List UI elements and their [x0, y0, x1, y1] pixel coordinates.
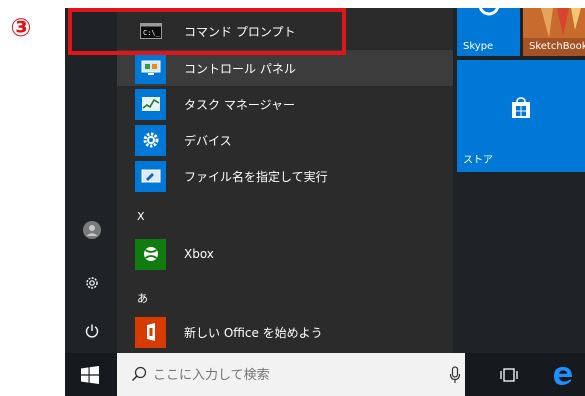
task-view-icon — [500, 368, 518, 382]
edge-icon — [554, 367, 572, 385]
app-item-xbox[interactable]: Xbox — [117, 236, 453, 272]
windows-start-icon — [81, 366, 99, 384]
step-marker: ③ — [10, 13, 32, 42]
app-item-run[interactable]: ファイル名を指定して実行 — [117, 158, 453, 194]
tile-area: Skype SketchBook ストア — [453, 8, 585, 353]
tile-skype[interactable]: Skype — [457, 8, 520, 56]
task-view-button[interactable] — [499, 366, 519, 384]
tile-label: Skype — [463, 41, 494, 52]
section-header-a[interactable]: あ — [137, 290, 148, 306]
search-icon — [131, 366, 147, 382]
user-avatar-button[interactable] — [77, 215, 107, 245]
app-label: Xbox — [184, 247, 214, 261]
xbox-icon — [135, 238, 166, 270]
office-icon — [135, 316, 166, 348]
tile-label: SketchBook — [529, 41, 585, 52]
taskbar-search-box[interactable] — [117, 353, 465, 396]
app-item-office[interactable]: 新しい Office を始めよう — [117, 314, 453, 350]
control-panel-icon — [135, 52, 166, 84]
app-label: コントロール パネル — [184, 61, 296, 76]
gear-icon — [135, 124, 166, 156]
user-avatar-icon — [83, 221, 101, 239]
app-list: C:\_ コマンド プロンプト コントロール パネル タスク マネージャー デバ… — [117, 8, 505, 353]
power-button[interactable] — [77, 316, 107, 346]
app-label: タスク マネージャー — [184, 97, 295, 112]
settings-icon — [86, 277, 98, 289]
taskbar — [65, 353, 585, 396]
tile-sketchbook[interactable]: SketchBook — [523, 8, 585, 56]
tile-store[interactable]: ストア — [457, 60, 585, 172]
app-item-task-manager[interactable]: タスク マネージャー — [117, 86, 453, 122]
task-manager-icon — [135, 88, 166, 120]
store-icon — [512, 97, 530, 118]
app-label: 新しい Office を始めよう — [184, 325, 323, 340]
tile-label: ストア — [463, 155, 493, 166]
app-label: ファイル名を指定して実行 — [184, 169, 328, 184]
start-menu: C:\_ コマンド プロンプト コントロール パネル タスク マネージャー デバ… — [65, 8, 585, 353]
annotation-highlight-box — [68, 8, 346, 55]
edge-button[interactable] — [550, 362, 576, 388]
microphone-icon[interactable] — [449, 366, 461, 384]
settings-button[interactable] — [77, 268, 107, 298]
app-label: デバイス — [184, 133, 232, 148]
start-button[interactable] — [81, 366, 99, 384]
app-item-control-panel[interactable]: コントロール パネル — [117, 50, 453, 86]
power-icon — [85, 324, 99, 338]
section-header-x[interactable]: X — [137, 210, 145, 223]
run-icon — [135, 160, 166, 192]
app-item-devices[interactable]: デバイス — [117, 122, 453, 158]
start-left-rail — [65, 8, 117, 353]
search-input[interactable] — [153, 364, 413, 386]
skype-icon — [478, 8, 500, 16]
